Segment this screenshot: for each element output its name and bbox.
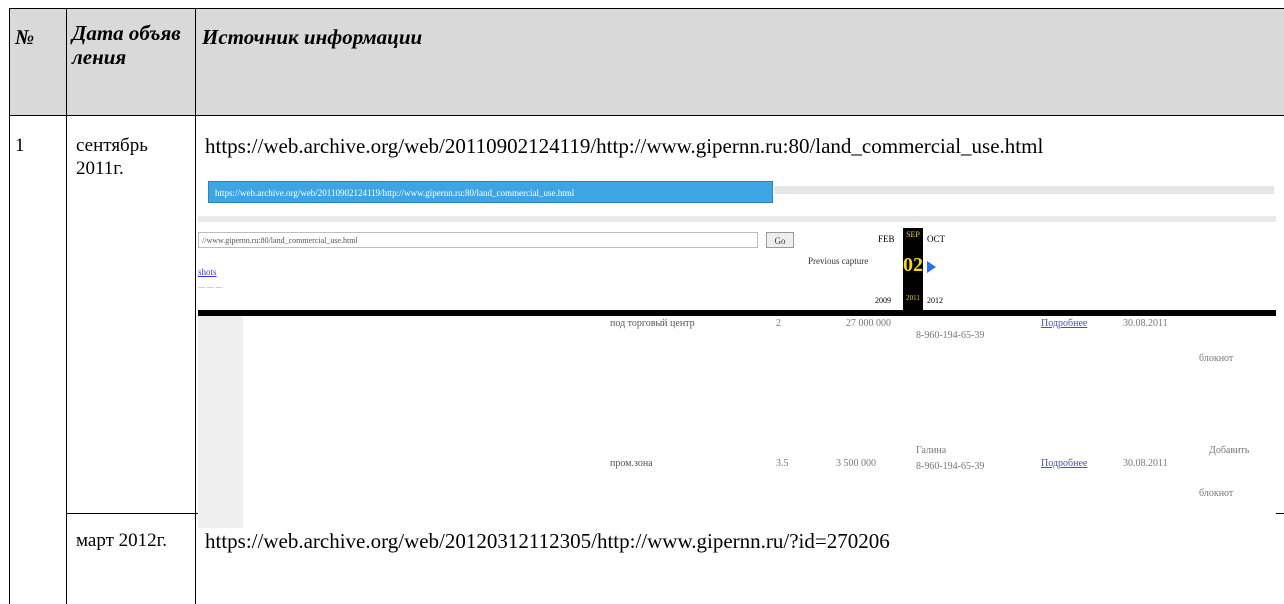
month-next: OCT <box>927 234 945 244</box>
year-next: 2012 <box>927 296 943 305</box>
wayback-calendar-column: SEP 02 2011 <box>903 228 923 310</box>
listing2-price: 3 500 000 <box>836 458 876 469</box>
table-border-top <box>9 8 1284 9</box>
previous-capture-label: Previous capture <box>808 256 869 266</box>
listing1-details-link: Подробнее <box>1041 318 1088 329</box>
day-current: 02 <box>903 254 923 276</box>
listing1-date: 30.08.2011 <box>1123 318 1168 329</box>
listing2-date: 30.08.2011 <box>1123 458 1168 469</box>
listing1-type: под торговый центр <box>610 318 695 329</box>
month-current: SEP <box>906 230 920 239</box>
listing1-notepad: блокнот <box>1199 353 1234 364</box>
next-capture-arrow-icon <box>927 261 936 273</box>
table-border-left <box>9 8 10 604</box>
archive-screenshot: https://web.archive.org/web/201109021241… <box>198 172 1276 528</box>
listing1-price: 27 000 000 <box>846 318 891 329</box>
month-prev: FEB <box>878 234 895 244</box>
year-current: 2011 <box>906 294 920 302</box>
listing2-area: 3.5 <box>776 458 789 469</box>
wayback-url-input: //www.gipernn.ru:80/land_commercial_use.… <box>198 232 758 248</box>
header-source: Источник информации <box>202 25 423 49</box>
year-prev: 2009 <box>875 296 891 305</box>
row1-date: сентябрь 2011г. <box>76 135 148 179</box>
table-border-col2 <box>195 8 196 604</box>
row1-source-url: https://web.archive.org/web/201109021241… <box>205 134 1044 158</box>
listing1-area: 2 <box>776 318 781 329</box>
header-date: Дата объявления <box>72 21 181 69</box>
toolbar-strip <box>198 216 1276 222</box>
wayback-link: shots <box>198 267 217 277</box>
listing1-phone: 8-960-194-65-39 <box>916 330 985 341</box>
row2-date: март 2012г. <box>76 530 168 551</box>
table-border-col1 <box>66 8 67 604</box>
row2-source-url: https://web.archive.org/web/201203121123… <box>205 529 890 553</box>
listing2-details-link: Подробнее <box>1041 458 1088 469</box>
black-divider <box>198 310 1276 316</box>
table-header-row <box>9 8 1284 115</box>
listing2-name: Галина <box>916 445 947 456</box>
listing2-add: Добавить <box>1209 445 1250 456</box>
row1-number: 1 <box>15 135 25 156</box>
address-bar-extension <box>774 186 1274 194</box>
listing2-notepad: блокнот <box>1199 488 1234 499</box>
go-button: Go <box>766 232 794 248</box>
address-bar: https://web.archive.org/web/201109021241… <box>208 181 773 203</box>
table-border-header <box>9 115 1284 116</box>
listing2-type: пром.зона <box>610 458 653 469</box>
wayback-caption: — — — <box>198 283 223 291</box>
header-number: № <box>15 25 35 49</box>
listing2-phone: 8-960-194-65-39 <box>916 461 985 472</box>
left-gray-column <box>198 316 243 528</box>
